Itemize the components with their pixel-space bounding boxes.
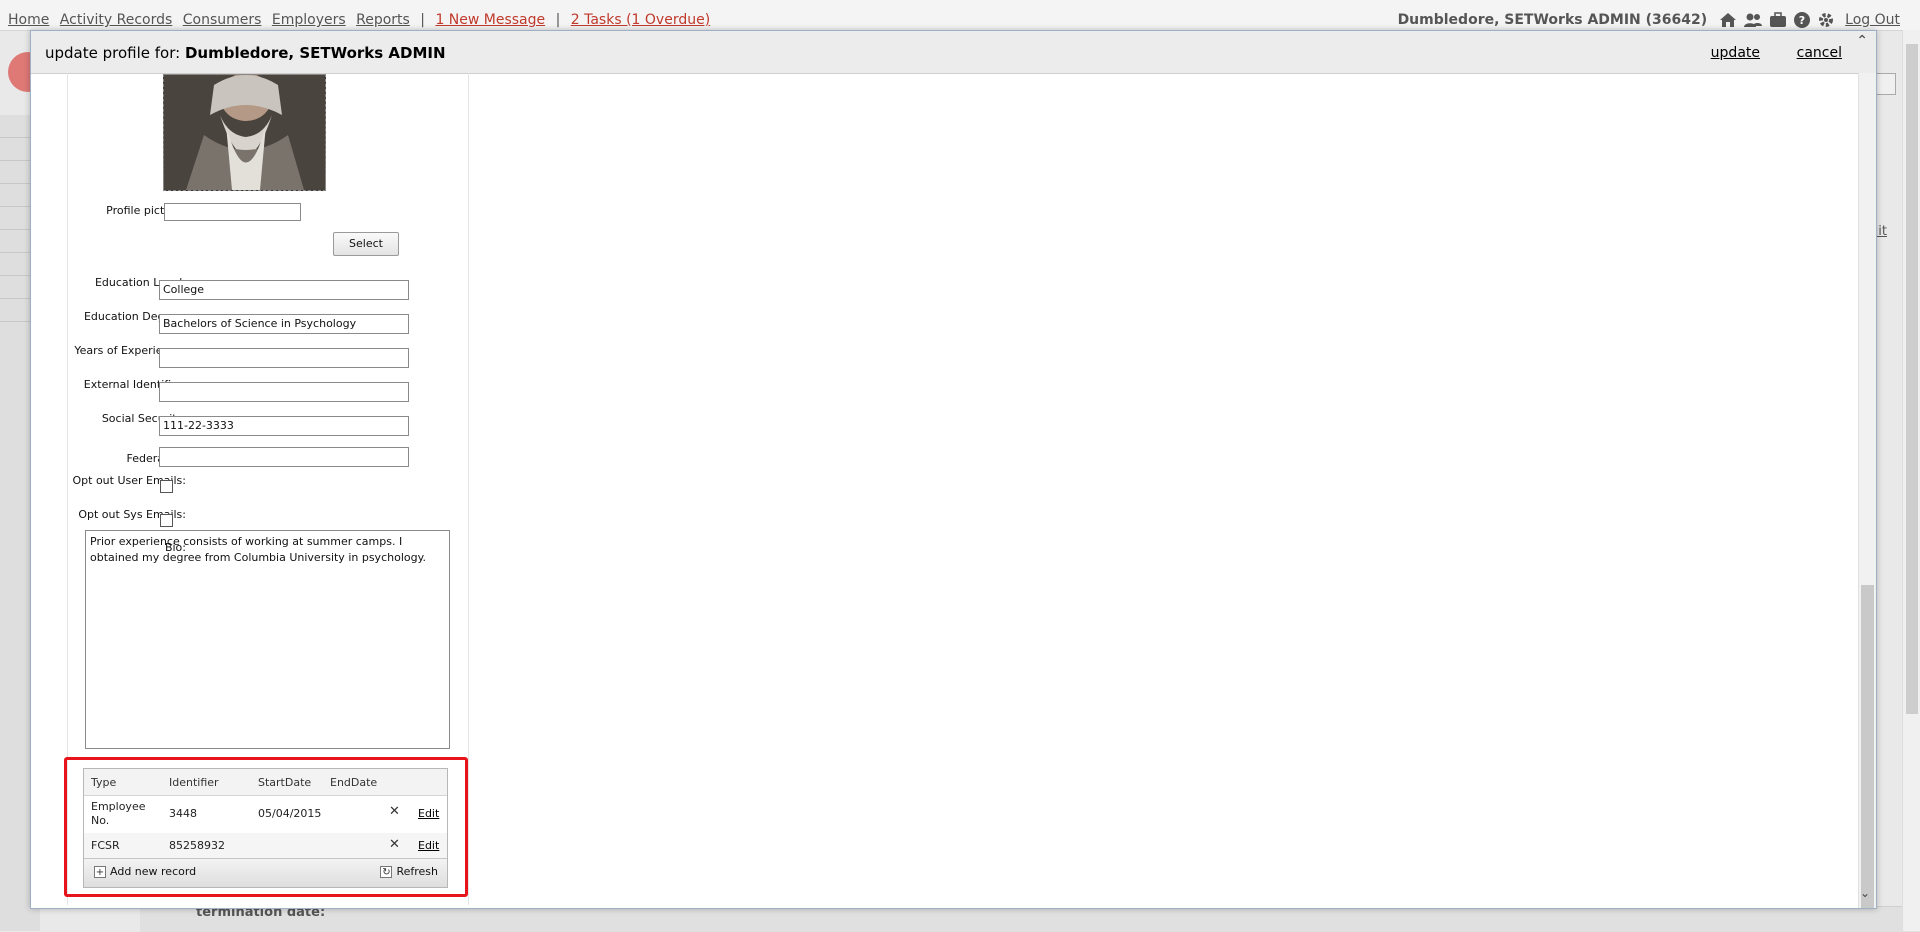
background-content <box>140 906 1920 932</box>
current-user-label: Dumbledore, SETWorks ADMIN (36642) <box>1397 12 1708 28</box>
delete-record-icon[interactable]: ✕ <box>389 804 400 819</box>
chevron-up-icon[interactable]: ⌃ <box>1856 33 1868 49</box>
dialog-scrollbar-thumb[interactable] <box>1861 585 1874 908</box>
gear-icon[interactable] <box>1817 11 1835 29</box>
grid-toolbar: + Add new record ↻ Refresh <box>84 858 447 887</box>
bio-textarea[interactable]: Prior experience consists of working at … <box>85 530 450 749</box>
table-row: Employee No. 3448 05/04/2015 ✕ Edit <box>84 796 447 832</box>
table-row: FCSR 85258932 ✕ Edit <box>84 833 447 859</box>
messages-link[interactable]: 1 New Message <box>435 12 545 28</box>
refresh-button[interactable]: ↻ Refresh <box>380 865 438 878</box>
add-new-record-label: Add new record <box>110 865 197 878</box>
user-nav: Dumbledore, SETWorks ADMIN (36642) ? Log… <box>1398 11 1900 29</box>
social-security-field[interactable] <box>159 416 409 436</box>
nav-reports-link[interactable]: Reports <box>356 12 410 28</box>
record-type: FCSR <box>91 839 120 852</box>
edit-record-link[interactable]: Edit <box>418 839 439 852</box>
education-degree-field[interactable] <box>159 314 409 334</box>
record-type: Employee No. <box>91 800 146 827</box>
opt-out-user-emails-checkbox[interactable] <box>160 480 173 493</box>
update-button[interactable]: update <box>1711 45 1760 61</box>
refresh-icon: ↻ <box>380 865 393 878</box>
nav-employers-link[interactable]: Employers <box>272 12 346 28</box>
years-experience-field[interactable] <box>159 348 409 368</box>
profile-photo <box>163 74 326 191</box>
main-nav: Home Activity Records Consumers Employer… <box>8 12 716 28</box>
briefcase-icon[interactable] <box>1769 12 1787 28</box>
record-identifier: 85258932 <box>169 839 225 852</box>
users-icon[interactable] <box>1743 12 1763 28</box>
record-identifier: 3448 <box>169 807 197 820</box>
grid-header: Type Identifier StartDate EndDate <box>84 769 447 796</box>
nav-consumers-link[interactable]: Consumers <box>183 12 262 28</box>
nav-home-link[interactable]: Home <box>8 12 49 28</box>
dialog-header: update profile for: Dumbledore, SETWorks… <box>31 31 1876 74</box>
page-scrollbar[interactable] <box>1902 30 1920 931</box>
logout-link[interactable]: Log Out <box>1845 12 1900 28</box>
dialog-title-name: Dumbledore, SETWorks ADMIN <box>184 44 446 62</box>
svg-text:?: ? <box>1799 14 1805 27</box>
help-icon[interactable]: ? <box>1793 11 1811 29</box>
column-header-startdate[interactable]: StartDate <box>258 776 311 789</box>
delete-record-icon[interactable]: ✕ <box>389 837 400 852</box>
chevron-down-icon[interactable]: ⌄ <box>1860 886 1870 900</box>
refresh-label: Refresh <box>396 865 438 878</box>
nav-activity-records-link[interactable]: Activity Records <box>60 12 172 28</box>
column-header-identifier[interactable]: Identifier <box>169 776 219 789</box>
profile-picture-input[interactable] <box>164 203 301 221</box>
cancel-button[interactable]: cancel <box>1797 45 1842 61</box>
select-picture-button[interactable]: Select <box>333 232 399 256</box>
nav-separator: | <box>420 12 425 28</box>
background-dropdown-arrow <box>1876 73 1896 95</box>
identifier-records-grid: Type Identifier StartDate EndDate Employ… <box>83 768 448 888</box>
edit-record-link[interactable]: Edit <box>418 807 439 820</box>
tasks-link[interactable]: 2 Tasks (1 Overdue) <box>571 12 710 28</box>
plus-icon: + <box>94 865 106 878</box>
federal-id-field[interactable] <box>159 447 409 467</box>
record-start-date: 05/04/2015 <box>258 807 322 820</box>
add-new-record-button[interactable]: + Add new record <box>94 865 196 878</box>
dialog-scrollbar[interactable] <box>1858 73 1876 908</box>
column-header-type[interactable]: Type <box>91 776 116 789</box>
opt-out-sys-emails-checkbox[interactable] <box>160 514 173 527</box>
top-navigation-bar: Home Activity Records Consumers Employer… <box>0 0 1920 31</box>
dialog-title: update profile for: Dumbledore, SETWorks… <box>45 44 446 62</box>
profile-photo-image <box>164 75 325 190</box>
education-level-field[interactable] <box>159 280 409 300</box>
nav-separator: | <box>555 12 561 28</box>
column-header-enddate[interactable]: EndDate <box>330 776 377 789</box>
external-identifier-field[interactable] <box>159 382 409 402</box>
home-icon[interactable] <box>1719 12 1737 28</box>
dialog-title-prefix: update profile for: <box>45 44 181 62</box>
page-scrollbar-thumb[interactable] <box>1906 44 1918 714</box>
